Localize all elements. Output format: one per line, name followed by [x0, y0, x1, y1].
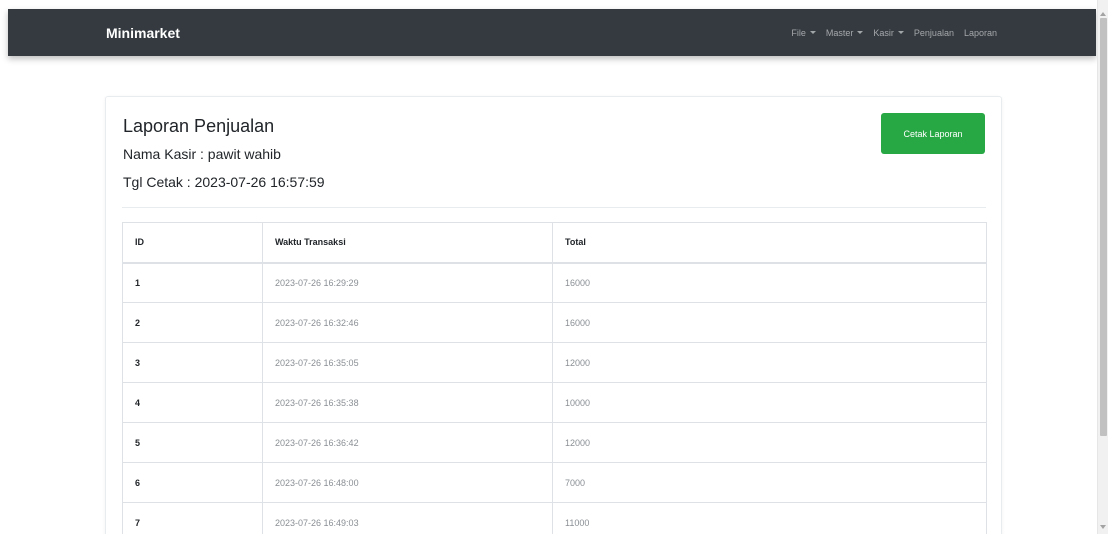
cell-time: 2023-07-26 16:32:46 [262, 302, 553, 343]
print-date: Tgl Cetak : 2023-07-26 16:57:59 [123, 174, 325, 190]
table-row: 4 2023-07-26 16:35:38 10000 [122, 382, 987, 423]
cell-time: 2023-07-26 16:29:29 [262, 262, 553, 303]
column-header-time: Waktu Transaksi [262, 222, 553, 264]
column-header-id: ID [122, 222, 263, 264]
nav-item-laporan[interactable]: Laporan [959, 28, 1002, 38]
navbar-menu: File Master Kasir Penjualan Laporan [786, 9, 1002, 56]
column-header-total: Total [552, 222, 987, 264]
cell-time: 2023-07-26 16:48:00 [262, 462, 553, 503]
cell-time: 2023-07-26 16:35:05 [262, 342, 553, 383]
print-report-button[interactable]: Cetak Laporan [881, 113, 985, 154]
vertical-scrollbar[interactable] [1097, 0, 1108, 534]
nav-item-label: File [791, 27, 806, 38]
nav-item-kasir[interactable]: Kasir [868, 28, 909, 38]
nav-item-label: Laporan [963, 27, 997, 38]
table-row: 5 2023-07-26 16:36:42 12000 [122, 422, 987, 463]
nav-item-penjualan[interactable]: Penjualan [909, 28, 959, 38]
cell-total: 10000 [552, 382, 987, 423]
cell-total: 12000 [552, 342, 987, 383]
scroll-down-arrow-icon[interactable] [1100, 525, 1106, 529]
cell-id: 4 [122, 382, 263, 423]
cell-id: 3 [122, 342, 263, 383]
cell-id: 7 [122, 502, 263, 534]
browser-viewport: Minimarket File Master Kasir Penjualan L… [0, 0, 1108, 534]
caret-down-icon [897, 31, 904, 34]
table-row: 2 2023-07-26 16:32:46 16000 [122, 302, 987, 343]
cell-total: 7000 [552, 462, 987, 503]
scroll-up-arrow-icon[interactable] [1100, 12, 1106, 16]
cell-total: 11000 [552, 502, 987, 534]
nav-item-file[interactable]: File [786, 28, 821, 38]
cell-time: 2023-07-26 16:49:03 [262, 502, 553, 534]
cell-time: 2023-07-26 16:35:38 [262, 382, 553, 423]
cell-total: 16000 [552, 302, 987, 343]
table-header-row: ID Waktu Transaksi Total [122, 222, 987, 264]
cell-time: 2023-07-26 16:36:42 [262, 422, 553, 463]
table-row: 3 2023-07-26 16:35:05 12000 [122, 342, 987, 383]
scrollbar-thumb[interactable] [1100, 18, 1107, 436]
caret-down-icon [857, 31, 864, 34]
top-navbar: Minimarket File Master Kasir Penjualan L… [8, 9, 1096, 56]
sales-table: ID Waktu Transaksi Total 1 2023-07-26 16… [122, 222, 987, 534]
nav-item-master[interactable]: Master [821, 28, 869, 38]
cell-id: 5 [122, 422, 263, 463]
cell-total: 12000 [552, 422, 987, 463]
report-card: Laporan Penjualan Nama Kasir : pawit wah… [105, 96, 1002, 534]
nav-item-label: Master [825, 27, 854, 38]
cell-total: 16000 [552, 262, 987, 303]
caret-down-icon [809, 31, 816, 34]
navbar-brand[interactable]: Minimarket [106, 9, 180, 56]
page-title: Laporan Penjualan [123, 116, 275, 136]
cell-id: 6 [122, 462, 263, 503]
nav-item-label: Kasir [873, 27, 894, 38]
cell-id: 1 [122, 262, 263, 303]
table-row: 6 2023-07-26 16:48:00 7000 [122, 462, 987, 503]
nav-item-label: Penjualan [913, 27, 954, 38]
cashier-name: Nama Kasir : pawit wahib [123, 146, 281, 162]
table-row: 7 2023-07-26 16:49:03 11000 [122, 502, 987, 534]
table-row: 1 2023-07-26 16:29:29 16000 [122, 262, 987, 303]
cell-id: 2 [122, 302, 263, 343]
divider [122, 207, 986, 208]
